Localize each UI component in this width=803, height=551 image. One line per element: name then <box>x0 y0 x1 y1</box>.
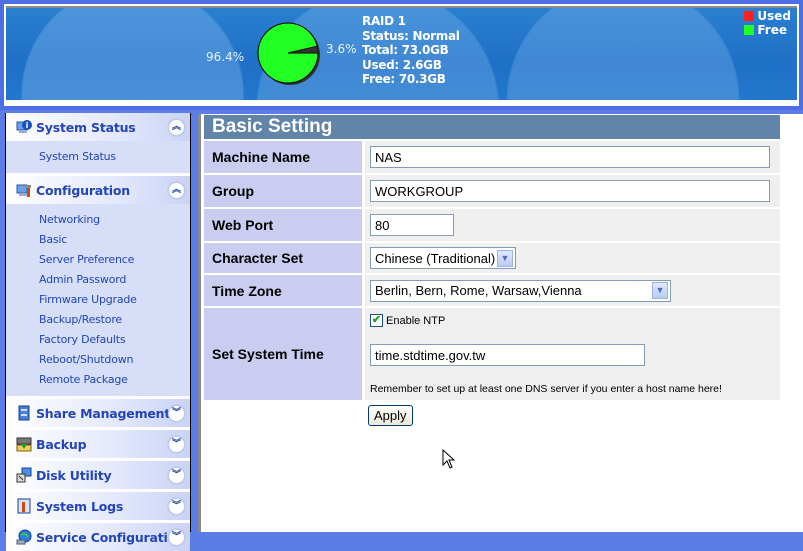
info-monitor-icon: i <box>16 119 32 135</box>
sidebar-item-remote-package[interactable]: Remote Package <box>39 370 190 390</box>
usage-legend: Used Free <box>744 9 791 37</box>
chevron-down-icon: ▼ <box>497 249 513 267</box>
sidebar-section-body-configuration: Networking Basic Server Preference Admin… <box>6 204 190 396</box>
chevron-down-icon: ▼ <box>652 282 668 299</box>
raid-total: Total: 73.0GB <box>362 43 449 58</box>
raid-used: Used: 2.6GB <box>362 57 442 72</box>
mouse-cursor-icon <box>442 449 456 469</box>
collapse-icon[interactable]: ︽ <box>168 182 185 199</box>
legend-used-label: Used <box>757 9 791 23</box>
raid-name: RAID 1 <box>362 14 406 28</box>
sidebar-item-reboot-shutdown[interactable]: Reboot/Shutdown <box>39 350 190 370</box>
enable-ntp-checkbox[interactable]: ✔ <box>370 314 383 327</box>
group-input[interactable] <box>370 180 770 202</box>
legend-free: Free <box>744 23 791 37</box>
collapse-icon[interactable]: ︽ <box>168 119 185 136</box>
raid-free: Free: 70.3GB <box>362 72 446 87</box>
share-icon <box>16 405 32 421</box>
sidebar-item-system-status[interactable]: System Status <box>39 147 190 167</box>
sidebar-section-service-configuration[interactable]: Service Configuration ︾ <box>6 523 190 551</box>
sidebar-section-label: Configuration <box>36 182 130 198</box>
sidebar-item-basic[interactable]: Basic <box>39 230 190 250</box>
svg-text:i: i <box>26 121 29 130</box>
group-label: Group <box>204 175 362 207</box>
sidebar-section-label: System Status <box>36 119 136 135</box>
used-percent-label: 3.6% <box>326 42 357 56</box>
sidebar-section-share-management[interactable]: Share Management ︾ <box>6 399 190 427</box>
sidebar-item-admin-password[interactable]: Admin Password <box>39 270 190 290</box>
storage-summary: 96.4% 3.6% RAID 1 Status: Normal Total: … <box>6 8 797 104</box>
machine-name-label: Machine Name <box>204 141 362 173</box>
config-tools-icon <box>16 182 32 198</box>
sidebar-section-label: Backup <box>36 436 87 452</box>
time-zone-select[interactable]: Berlin, Bern, Rome, Warsaw,Vienna ▼ <box>370 279 671 302</box>
web-port-label: Web Port <box>204 209 362 241</box>
right-margin <box>781 110 803 532</box>
row-character-set: Character Set Chinese (Traditional) ▼ <box>204 243 780 273</box>
usage-pie-chart <box>257 22 323 88</box>
sidebar-item-backup-restore[interactable]: Backup/Restore <box>39 310 190 330</box>
sidebar-section-label: Share Management <box>36 405 171 421</box>
machine-name-input[interactable] <box>370 146 770 168</box>
basic-setting-form: Machine Name Group Web Port Character Se… <box>204 141 780 402</box>
raid-status: Status: Normal <box>362 28 460 43</box>
sidebar-section-system-logs[interactable]: System Logs ︾ <box>6 492 190 520</box>
enable-ntp-label: Enable NTP <box>386 314 446 327</box>
ntp-server-input[interactable] <box>370 344 645 366</box>
apply-button[interactable]: Apply <box>368 405 413 426</box>
row-time-zone: Time Zone Berlin, Bern, Rome, Warsaw,Vie… <box>204 275 780 306</box>
sidebar-section-body-system-status: System Status <box>6 141 190 173</box>
row-web-port: Web Port <box>204 209 780 241</box>
raid-info: RAID 1 Status: Normal Total: 73.0GB Used… <box>362 14 460 87</box>
legend-used: Used <box>744 9 791 23</box>
sidebar-section-configuration[interactable]: Configuration ︽ <box>6 176 190 204</box>
row-group: Group <box>204 175 780 207</box>
service-globe-icon <box>16 529 32 545</box>
system-logs-icon <box>16 498 32 514</box>
free-percent-label: 96.4% <box>206 50 245 64</box>
legend-used-swatch <box>744 11 755 21</box>
sidebar-item-networking[interactable]: Networking <box>39 210 190 230</box>
sidebar-item-server-preference[interactable]: Server Preference <box>39 250 190 270</box>
character-set-select[interactable]: Chinese (Traditional) ▼ <box>370 247 516 269</box>
sidebar: i System Status ︽ System Status Configur… <box>0 110 198 551</box>
sidebar-section-disk-utility[interactable]: Disk Utility ︾ <box>6 461 190 489</box>
page-title: Basic Setting <box>204 115 780 139</box>
header-banner: 96.4% 3.6% RAID 1 Status: Normal Total: … <box>0 0 803 110</box>
sidebar-section-backup[interactable]: Backup ︾ <box>6 430 190 458</box>
sidebar-section-system-status[interactable]: i System Status ︽ <box>6 113 190 141</box>
character-set-value: Chinese (Traditional) <box>375 250 496 266</box>
time-zone-label: Time Zone <box>204 275 362 306</box>
sidebar-item-firmware-upgrade[interactable]: Firmware Upgrade <box>39 290 190 310</box>
time-zone-value: Berlin, Bern, Rome, Warsaw,Vienna <box>375 283 582 298</box>
sidebar-section-label: System Logs <box>36 498 124 514</box>
expand-icon[interactable]: ︾ <box>168 405 185 422</box>
disk-utility-icon <box>16 467 32 483</box>
backup-icon <box>16 436 32 452</box>
expand-icon[interactable]: ︾ <box>168 467 185 484</box>
expand-icon[interactable]: ︾ <box>168 436 185 453</box>
row-machine-name: Machine Name <box>204 141 780 173</box>
expand-icon[interactable]: ︾ <box>168 498 185 515</box>
dns-note: Remember to set up at least one DNS serv… <box>370 383 722 395</box>
sidebar-section-label: Disk Utility <box>36 467 112 483</box>
sidebar-item-factory-defaults[interactable]: Factory Defaults <box>39 330 190 350</box>
system-time-label: Set System Time <box>204 308 362 400</box>
row-system-time: Set System Time ✔ Enable NTP Remember to… <box>204 308 780 400</box>
legend-free-label: Free <box>757 23 787 37</box>
enable-ntp[interactable]: ✔ Enable NTP <box>370 314 445 327</box>
main-content: Basic Setting Machine Name Group Web Por… <box>198 110 803 532</box>
legend-free-swatch <box>744 25 755 35</box>
web-port-input[interactable] <box>370 214 454 236</box>
character-set-label: Character Set <box>204 243 362 273</box>
sidebar-menu: i System Status ︽ System Status Configur… <box>5 113 191 551</box>
